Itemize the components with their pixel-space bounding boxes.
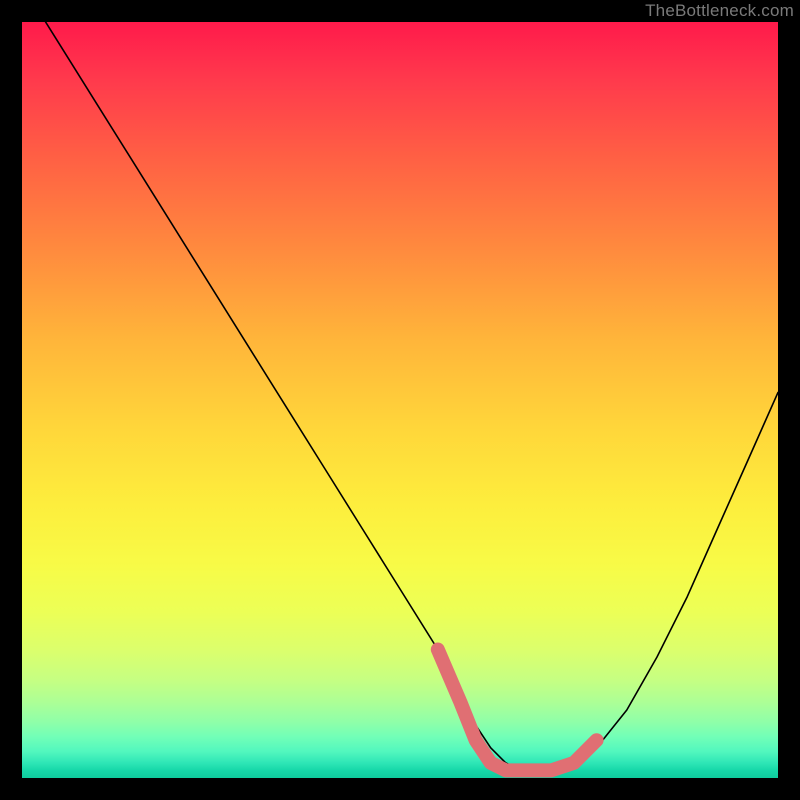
recommended-range-marker [438, 650, 597, 771]
bottleneck-curve-line [22, 22, 778, 770]
chart-svg [22, 22, 778, 778]
watermark-text: TheBottleneck.com [645, 1, 794, 21]
chart-frame: TheBottleneck.com [0, 0, 800, 800]
plot-area [22, 22, 778, 778]
